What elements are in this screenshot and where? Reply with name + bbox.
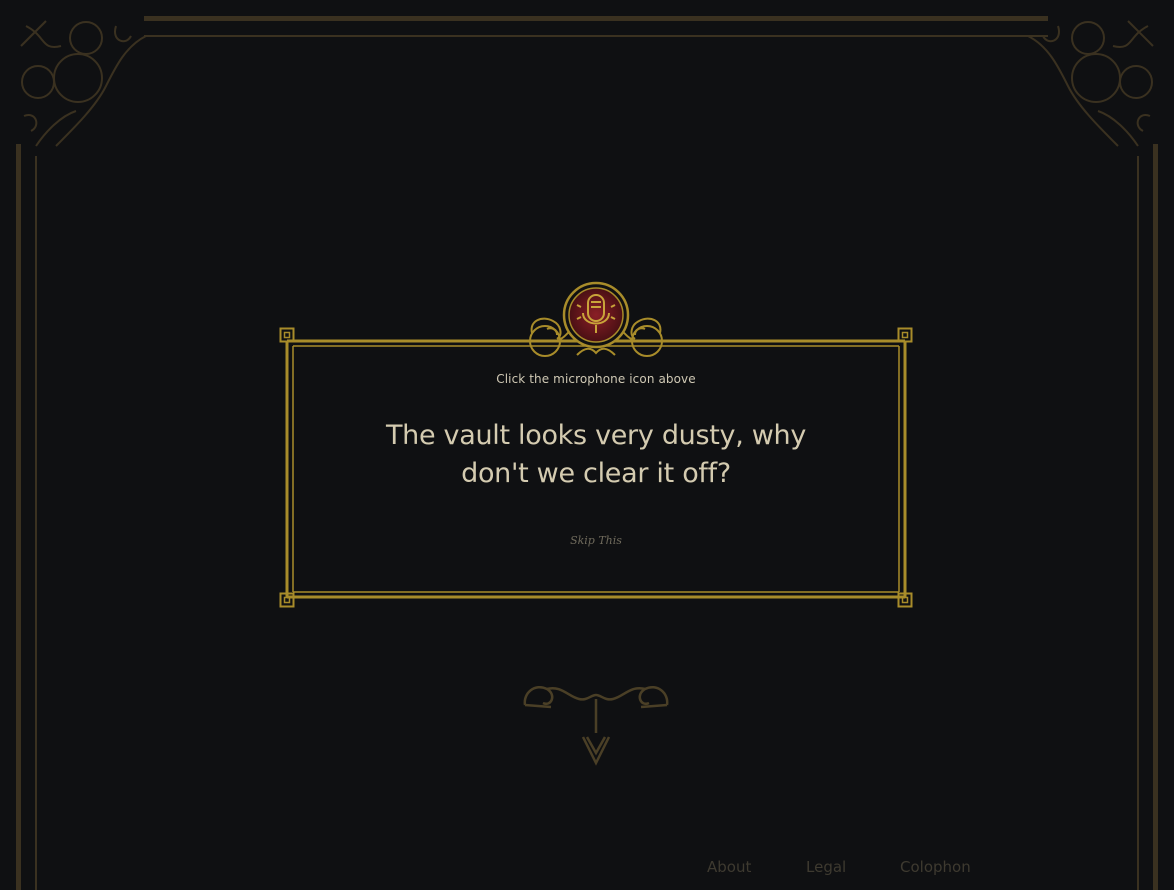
prompt-heading: The vault looks very dusty, why don't we… <box>385 420 807 489</box>
scroll-down-button[interactable] <box>521 677 671 769</box>
voice-prompt-dialog: Click the microphone icon above The vaul… <box>279 281 913 609</box>
microphone-icon <box>529 281 663 357</box>
footer-link-colophon[interactable]: Colophon <box>900 858 971 876</box>
footer-nav: About Legal Colophon <box>0 858 1174 880</box>
corner-ornament-top-left <box>20 20 147 147</box>
page: Click the microphone icon above The vaul… <box>0 0 1174 890</box>
footer-link-about[interactable]: About <box>707 858 751 876</box>
skip-link[interactable]: Skip This <box>279 534 913 547</box>
chevron-down-icon <box>523 686 669 766</box>
footer-link-legal[interactable]: Legal <box>806 858 846 876</box>
corner-ornament-top-right <box>1027 20 1154 147</box>
instruction-text: Click the microphone icon above <box>496 372 696 386</box>
microphone-button[interactable] <box>527 281 665 361</box>
